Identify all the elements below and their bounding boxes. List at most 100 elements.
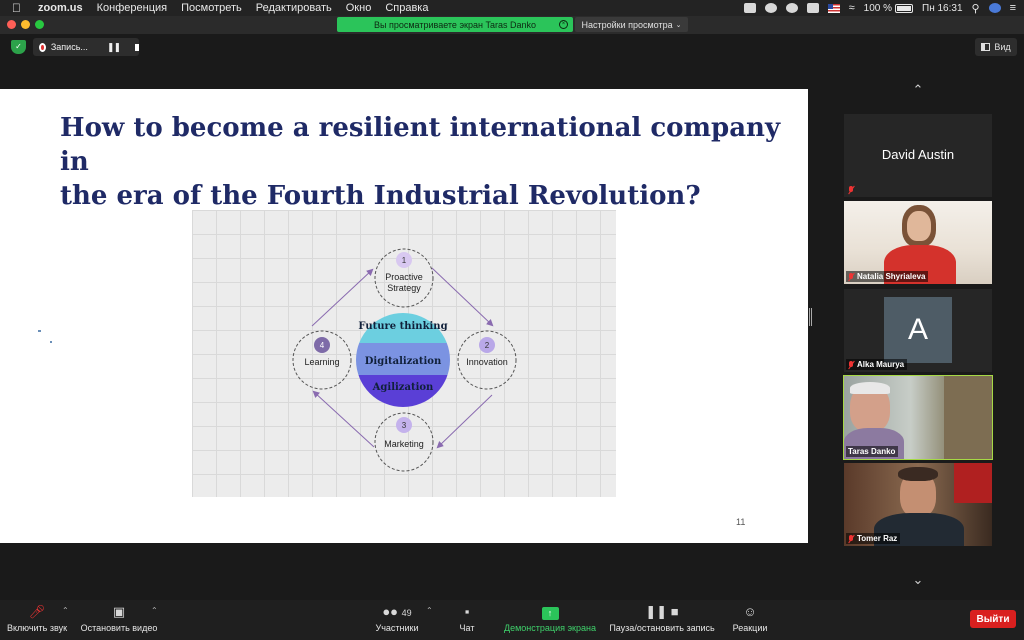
- clock-icon[interactable]: [785, 3, 798, 13]
- menu-app-name[interactable]: zoom.us: [38, 2, 83, 14]
- node-4-label: Learning: [304, 357, 339, 367]
- pause-recording-icon[interactable]: ❚❚: [107, 42, 121, 53]
- center-label-agilization: Agilization: [372, 382, 434, 393]
- scroll-down-icon[interactable]: ⌄: [906, 572, 930, 587]
- leave-meeting-button[interactable]: Выйти: [970, 610, 1016, 628]
- node-2-label: Innovation: [466, 357, 508, 367]
- participant-tile[interactable]: A Alka Maurya: [844, 289, 992, 372]
- mic-muted-icon: [848, 185, 854, 194]
- video-camera-icon: ▣: [112, 604, 126, 619]
- slide-title: How to become a resilient international …: [60, 111, 800, 213]
- node-3-number: 3: [402, 421, 407, 430]
- panel-resize-handle[interactable]: [809, 308, 812, 326]
- chat-label: Чат: [459, 623, 475, 633]
- siri-icon[interactable]: [988, 3, 1001, 13]
- screen-share-banner: Вы просматриваете экран Taras Danko ×: [337, 17, 573, 32]
- menu-edit[interactable]: Редактировать: [256, 2, 332, 14]
- mic-muted-icon: [848, 360, 854, 369]
- participant-tile-active-speaker[interactable]: Taras Danko: [843, 375, 993, 460]
- reactions-label: Реакции: [732, 623, 768, 633]
- node-1-label-a: Proactive: [385, 272, 423, 282]
- chevron-down-icon: ⌄: [675, 21, 682, 29]
- security-shield-icon[interactable]: ✓: [11, 40, 26, 54]
- video-options-caret-icon[interactable]: ⌃: [151, 606, 158, 615]
- arrow-2-to-3: [436, 394, 493, 449]
- slide-title-line-2: the era of the Fourth Industrial Revolut…: [60, 181, 701, 211]
- view-layout-icon: [981, 43, 991, 51]
- participant-name-tag: [846, 184, 857, 195]
- participants-count: 49: [401, 608, 412, 618]
- mic-muted-icon: [848, 272, 854, 281]
- mic-muted-icon: [848, 534, 854, 543]
- menu-window[interactable]: Окно: [346, 2, 372, 14]
- zoom-tray-icon[interactable]: [743, 3, 756, 13]
- fullscreen-window-button[interactable]: [35, 20, 44, 29]
- chat-button[interactable]: ▪ Чат: [452, 604, 482, 636]
- reactions-button[interactable]: ☺ Реакции: [728, 604, 772, 636]
- menu-clock[interactable]: Пн 16:31: [922, 3, 963, 14]
- node-2-number: 2: [485, 341, 490, 350]
- center-label-digitalization: Digitalization: [365, 356, 442, 367]
- search-icon[interactable]: ⚲: [972, 2, 980, 15]
- share-screen-button[interactable]: ↑ Демонстрация экрана: [500, 604, 600, 636]
- audio-options-caret-icon[interactable]: ⌃: [62, 606, 69, 615]
- scroll-up-icon[interactable]: ⌃: [906, 82, 930, 97]
- participants-options-caret-icon[interactable]: ⌃: [426, 606, 433, 615]
- pause-stop-recording-button[interactable]: ❚❚ ■ Пауза/остановить запись: [606, 604, 718, 636]
- person-face: [907, 211, 931, 241]
- menu-help[interactable]: Справка: [385, 2, 428, 14]
- telegram-icon[interactable]: [764, 3, 777, 13]
- shared-screen-slide: How to become a resilient international …: [0, 89, 808, 543]
- apple-icon[interactable]: : [12, 1, 26, 15]
- participant-tile[interactable]: Tomer Raz: [844, 463, 992, 546]
- participant-tile[interactable]: Natalia Shyrialeva: [844, 201, 992, 284]
- participant-name: Natalia Shyrialeva: [857, 272, 926, 281]
- participant-name-tag: Natalia Shyrialeva: [846, 271, 929, 282]
- node-1-label-b: Strategy: [387, 283, 421, 293]
- view-settings-button[interactable]: Настройки просмотра ⌄: [575, 17, 688, 32]
- participant-name-large: David Austin: [881, 147, 955, 162]
- close-window-button[interactable]: [7, 20, 16, 29]
- control-center-icon[interactable]: ≡: [1010, 2, 1016, 14]
- node-marketing: 3 Marketing: [374, 412, 434, 472]
- wifi-icon[interactable]: ≈: [849, 2, 855, 14]
- arrow-1-to-2: [431, 267, 494, 327]
- view-button[interactable]: Вид: [975, 38, 1017, 56]
- menu-conference[interactable]: Конференция: [97, 2, 167, 14]
- center-label-future: Future thinking: [358, 321, 447, 332]
- minimize-window-button[interactable]: [21, 20, 30, 29]
- unmute-button[interactable]: 🎤︎ Включить звук: [4, 604, 70, 636]
- us-flag-icon[interactable]: [827, 3, 840, 13]
- menu-extras: ≈ 100 % Пн 16:31 ⚲ ≡: [743, 0, 1016, 16]
- participant-name: Alka Maurya: [857, 360, 905, 369]
- arrow-3-to-4: [312, 390, 375, 448]
- participant-tile[interactable]: David Austin: [844, 114, 992, 197]
- cloud-icon[interactable]: [806, 3, 819, 13]
- participant-name-tag: Taras Danko: [846, 446, 899, 457]
- stop-video-label: Остановить видео: [80, 623, 158, 633]
- recording-indicator: Запись... ❚❚: [33, 38, 139, 56]
- participant-name-tag: Alka Maurya: [846, 359, 908, 370]
- stop-video-button[interactable]: ▣ Остановить видео: [79, 604, 159, 636]
- slide-title-line-1: How to become a resilient international …: [60, 113, 781, 177]
- battery-status[interactable]: 100 %: [864, 3, 913, 14]
- participant-avatar: A: [884, 297, 952, 363]
- share-banner-text: Вы просматриваете экран Taras Danko: [374, 19, 536, 30]
- recording-label: Запись...: [50, 42, 88, 52]
- pause-stop-recording-label: Пауза/остановить запись: [609, 623, 715, 633]
- participants-button[interactable]: ●● 49 Участники: [372, 604, 422, 636]
- stop-viewing-icon[interactable]: ×: [559, 20, 568, 29]
- view-button-label: Вид: [994, 42, 1011, 52]
- person-hair: [898, 467, 938, 481]
- battery-icon: [895, 3, 913, 13]
- share-screen-icon: ↑: [500, 604, 600, 620]
- zoom-window:  zoom.us Конференция Посмотреть Редакти…: [0, 0, 1024, 640]
- background-furniture: [944, 376, 992, 459]
- mic-muted-icon: 🎤︎: [28, 604, 46, 619]
- participant-name-tag: Tomer Raz: [846, 533, 901, 544]
- share-screen-label: Демонстрация экрана: [504, 623, 596, 633]
- participant-name: Tomer Raz: [857, 534, 898, 543]
- node-proactive-strategy: 1 Proactive Strategy: [374, 248, 434, 308]
- menu-view[interactable]: Посмотреть: [181, 2, 242, 14]
- stop-recording-icon[interactable]: [135, 43, 139, 51]
